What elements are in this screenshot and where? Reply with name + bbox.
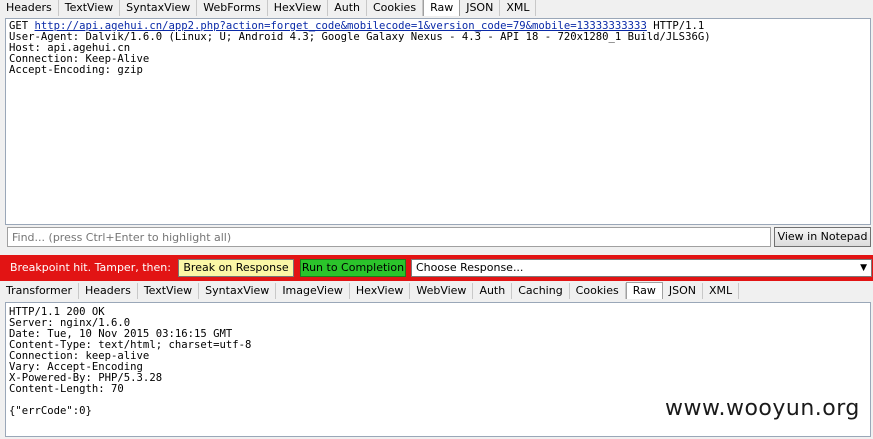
response-line: Content-Length: 70 xyxy=(9,383,124,395)
response-tab-syntaxview[interactable]: SyntaxView xyxy=(199,283,277,299)
request-header-line: User-Agent: Dalvik/1.6.0 (Linux; U; Andr… xyxy=(9,31,711,43)
breakpoint-bar: Breakpoint hit. Tamper, then: Break on R… xyxy=(0,255,873,281)
response-tab-caching[interactable]: Caching xyxy=(512,283,570,299)
request-headers: User-Agent: Dalvik/1.6.0 (Linux; U; Andr… xyxy=(9,32,867,76)
request-tab-headers[interactable]: Headers xyxy=(0,0,59,16)
request-tab-xml[interactable]: XML xyxy=(500,0,537,16)
response-tab-hexview[interactable]: HexView xyxy=(350,283,411,299)
find-input[interactable] xyxy=(7,227,771,247)
request-tab-raw[interactable]: Raw xyxy=(423,0,461,16)
response-tab-raw[interactable]: Raw xyxy=(625,282,663,299)
view-in-notepad-button[interactable]: View in Notepad xyxy=(774,227,871,247)
response-tab-bar: Transformer Headers TextView SyntaxView Imag… xyxy=(0,282,873,299)
response-tab-cookies[interactable]: Cookies xyxy=(570,283,626,299)
response-tab-headers[interactable]: Headers xyxy=(79,283,138,299)
response-tab-xml[interactable]: XML xyxy=(703,283,740,299)
choose-response-dropdown[interactable]: Choose Response... ▼ xyxy=(411,259,872,277)
break-on-response-button[interactable]: Break on Response xyxy=(178,259,294,277)
watermark-text: www.wooyun.org xyxy=(665,396,860,421)
request-tab-webforms[interactable]: WebForms xyxy=(197,0,268,16)
response-tab-json[interactable]: JSON xyxy=(663,283,704,299)
request-tab-json[interactable]: JSON xyxy=(460,0,501,16)
request-tab-auth[interactable]: Auth xyxy=(328,0,367,16)
chevron-down-icon: ▼ xyxy=(860,263,867,273)
find-row: View in Notepad xyxy=(7,227,871,247)
choose-response-label: Choose Response... xyxy=(416,261,524,274)
request-tab-cookies[interactable]: Cookies xyxy=(367,0,424,16)
request-tab-bar: Headers TextView SyntaxView WebForms HexView… xyxy=(0,0,873,16)
request-tab-textview[interactable]: TextView xyxy=(59,0,121,16)
response-tab-transformer[interactable]: Transformer xyxy=(0,283,80,299)
response-line: HTTP/1.1 200 OK xyxy=(9,306,105,318)
run-to-completion-button[interactable]: Run to Completion xyxy=(300,259,406,277)
request-header-line: Accept-Encoding: gzip xyxy=(9,64,143,76)
response-tab-textview[interactable]: TextView xyxy=(138,283,200,299)
request-raw-editor[interactable]: GET http://api.agehui.cn/app2.php?action… xyxy=(5,18,871,225)
request-tab-hexview[interactable]: HexView xyxy=(268,0,329,16)
response-tab-auth[interactable]: Auth xyxy=(473,283,513,299)
request-tab-syntaxview[interactable]: SyntaxView xyxy=(120,0,198,16)
response-tab-imageview[interactable]: ImageView xyxy=(276,283,350,299)
breakpoint-label: Breakpoint hit. Tamper, then: xyxy=(10,261,171,274)
response-tab-webview[interactable]: WebView xyxy=(410,283,474,299)
response-line: X-Powered-By: PHP/5.3.28 xyxy=(9,372,163,384)
